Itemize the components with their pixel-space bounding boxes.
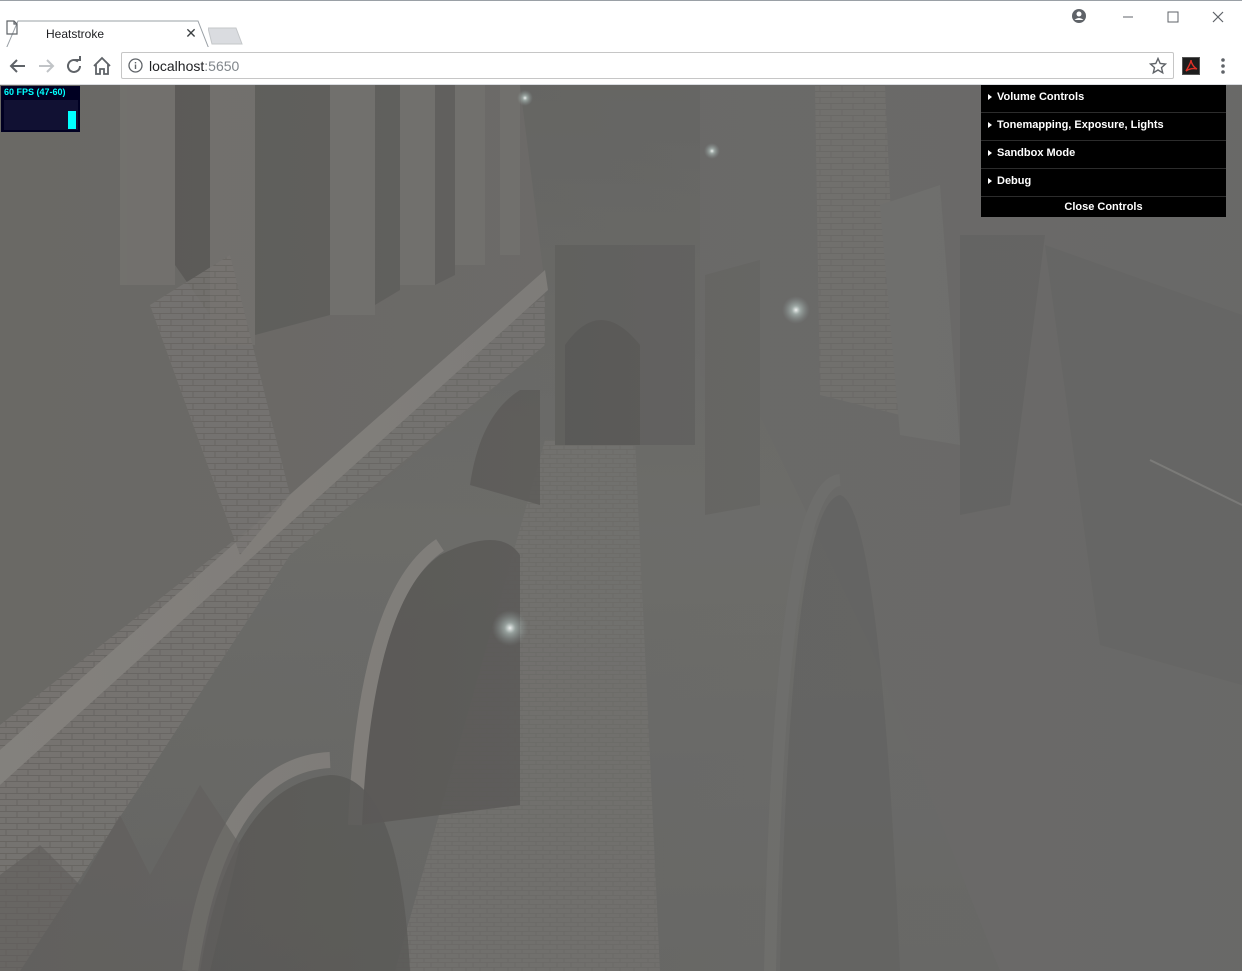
url-text: localhost:5650 [149,58,239,74]
back-arrow-icon[interactable] [7,55,29,77]
sponza-fog-scene [0,85,1242,971]
minimize-icon[interactable] [1113,7,1143,27]
fps-meter: 60 FPS (47-60) [1,86,80,132]
reload-icon[interactable] [63,55,85,77]
tab-heatstroke[interactable]: Heatstroke ✕ [6,20,209,49]
page-icon [6,20,18,35]
tab-title: Heatstroke [46,27,105,41]
folder-tonemapping[interactable]: Tonemapping, Exposure, Lights [981,113,1226,141]
more-menu-icon[interactable] [1214,55,1232,77]
folder-debug[interactable]: Debug [981,169,1226,197]
tab-close-icon[interactable]: ✕ [182,24,200,42]
address-bar[interactable]: localhost:5650 [121,52,1174,79]
caret-right-icon [988,150,992,156]
fps-graph [4,100,78,130]
folder-label: Tonemapping, Exposure, Lights [997,119,1164,131]
folder-sandbox-mode[interactable]: Sandbox Mode [981,141,1226,169]
home-icon[interactable] [91,55,113,77]
maximize-icon[interactable] [1158,7,1188,27]
forward-arrow-icon[interactable] [35,55,57,77]
info-icon[interactable] [128,58,143,73]
new-tab-button[interactable] [208,26,248,46]
controls-panel: Volume Controls Tonemapping, Exposure, L… [981,85,1226,217]
pdf-extension-icon[interactable] [1182,57,1200,75]
folder-volume-controls[interactable]: Volume Controls [981,85,1226,113]
bookmark-star-icon[interactable] [1149,57,1167,75]
caret-right-icon [988,122,992,128]
close-window-icon[interactable] [1203,7,1233,27]
folder-label: Volume Controls [997,91,1085,103]
caret-right-icon [988,178,992,184]
fps-label: 60 FPS (47-60) [4,87,66,97]
fps-graph-bar [68,111,76,129]
close-controls-button[interactable]: Close Controls [981,197,1226,217]
caret-right-icon [988,94,992,100]
folder-label: Debug [997,175,1032,187]
browser-toolbar: localhost:5650 [0,47,1242,85]
webgl-canvas[interactable]: 60 FPS (47-60) Volume Controls Tonemappi… [0,85,1242,971]
folder-label: Sandbox Mode [997,147,1076,159]
url-port: :5650 [204,58,240,74]
tab-strip: Heatstroke ✕ [0,0,1242,49]
profile-icon[interactable] [1064,7,1094,27]
url-host: localhost [149,58,205,74]
